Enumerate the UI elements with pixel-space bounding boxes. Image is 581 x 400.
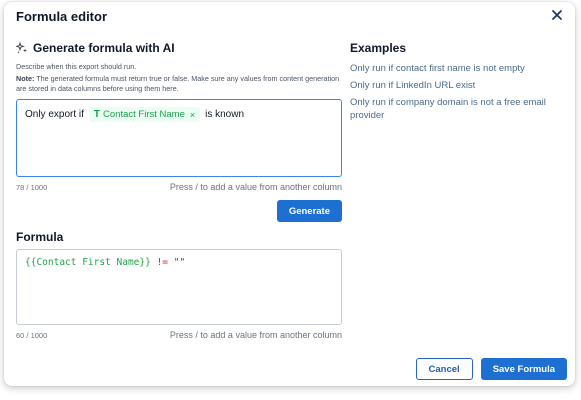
left-column: Generate formula with AI Describe when t… (16, 38, 342, 340)
ai-description: Describe when this export should run. (16, 62, 137, 71)
generate-row: Generate (16, 200, 342, 222)
chip-label: Contact First Name (103, 109, 185, 120)
formula-char-counter: 60 / 1000 (16, 330, 48, 340)
generate-button[interactable]: Generate (276, 200, 342, 222)
formula-input[interactable]: {{Contact First Name}} != "" (16, 249, 342, 325)
note-text: The generated formula must return true o… (16, 74, 340, 93)
save-formula-button[interactable]: Save Formula (480, 358, 567, 380)
prompt-suffix: is known (205, 109, 245, 120)
ai-char-counter: 78 / 1000 (16, 182, 48, 192)
formula-variable: {{Contact First Name}} (25, 257, 151, 268)
example-item[interactable]: Only run if contact first name is not em… (350, 62, 565, 75)
examples-title: Examples (350, 41, 407, 55)
column-chip[interactable]: T Contact First Name × (88, 107, 201, 122)
ai-hint: Press / to add a value from another colu… (169, 182, 342, 192)
text-type-icon: T (93, 109, 101, 120)
example-item[interactable]: Only run if company domain is not a free… (350, 96, 565, 122)
formula-title: Formula (16, 230, 64, 244)
formula-meta-row: 60 / 1000 Press / to add a value from an… (16, 330, 342, 340)
ai-meta-row: 78 / 1000 Press / to add a value from an… (16, 182, 342, 192)
ai-section-header: Generate formula with AI (16, 38, 342, 58)
formula-editor-dialog: Formula editor Generate formula with AI … (4, 2, 575, 386)
ai-prompt-line: Only export if T Contact First Name × is… (25, 107, 244, 122)
prompt-prefix: Only export if (25, 109, 84, 120)
dialog-title: Formula editor (16, 9, 108, 24)
example-item[interactable]: Only run if LinkedIn URL exist (350, 79, 565, 92)
examples-panel: Examples Only run if contact first name … (350, 38, 565, 122)
formula-operator: != (156, 257, 169, 268)
sparkle-icon (16, 42, 27, 54)
chip-remove-icon[interactable]: × (190, 110, 195, 120)
ai-section-title: Generate formula with AI (33, 41, 175, 55)
ai-note: Note: The generated formula must return … (16, 74, 342, 94)
formula-literal: "" (173, 257, 186, 268)
cancel-button[interactable]: Cancel (415, 358, 473, 380)
note-label: Note: (16, 74, 35, 83)
formula-hint: Press / to add a value from another colu… (169, 330, 342, 340)
close-button[interactable] (549, 7, 565, 23)
dialog-footer: Cancel Save Formula (415, 358, 567, 380)
close-icon (552, 10, 562, 20)
ai-prompt-input[interactable]: Only export if T Contact First Name × is… (16, 99, 342, 177)
